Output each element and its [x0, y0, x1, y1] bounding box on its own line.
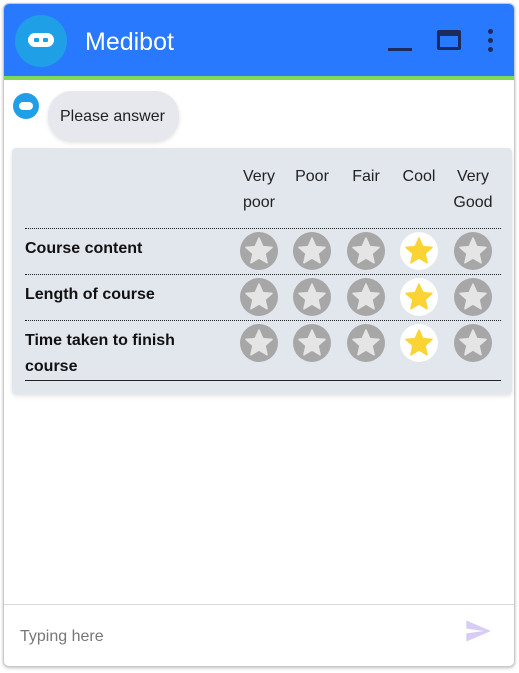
row-divider	[25, 320, 501, 321]
star-rating-icon[interactable]	[240, 278, 278, 316]
star-rating-icon[interactable]	[347, 324, 385, 362]
rating-row-label: Course content	[25, 240, 143, 257]
star-rating-icon[interactable]	[240, 324, 278, 362]
star-rating-icon[interactable]	[454, 278, 492, 316]
column-header: Very poor	[242, 168, 276, 211]
rating-row-label: Time taken to finish course	[25, 332, 175, 375]
chat-header: Medibot	[4, 4, 514, 80]
bot-message-bubble: Please answer	[48, 91, 179, 141]
column-header: Fair	[352, 168, 380, 185]
star-rating-icon[interactable]	[454, 232, 492, 270]
star-rating-icon[interactable]	[293, 278, 331, 316]
rating-row-label: Length of course	[25, 286, 155, 303]
column-header: Poor	[295, 168, 329, 185]
star-rating-icon[interactable]	[293, 232, 331, 270]
maximize-icon[interactable]	[437, 30, 461, 50]
column-header: Very Good	[453, 168, 493, 211]
star-rating-icon[interactable]	[400, 232, 438, 270]
star-rating-icon[interactable]	[240, 232, 278, 270]
bot-message-text: Please answer	[60, 108, 165, 125]
row-divider	[25, 228, 501, 229]
message-input[interactable]	[18, 621, 442, 653]
star-rating-icon[interactable]	[347, 278, 385, 316]
column-header: Cool	[402, 168, 436, 185]
star-rating-icon[interactable]	[400, 278, 438, 316]
more-vert-icon[interactable]	[488, 29, 494, 55]
minimize-icon[interactable]	[388, 48, 412, 51]
star-rating-icon[interactable]	[347, 232, 385, 270]
row-divider	[25, 274, 501, 275]
row-divider	[25, 380, 501, 381]
star-rating-icon[interactable]	[293, 324, 331, 362]
chat-title: Medibot	[85, 28, 174, 56]
robot-icon	[15, 15, 67, 67]
star-rating-icon[interactable]	[454, 324, 492, 362]
composer	[4, 604, 514, 666]
star-rating-icon[interactable]	[400, 324, 438, 362]
send-icon[interactable]	[464, 617, 492, 645]
bot-avatar-icon	[13, 93, 39, 119]
chat-window: Medibot Please answer Verypoor Poor Fair Co…	[3, 3, 515, 667]
